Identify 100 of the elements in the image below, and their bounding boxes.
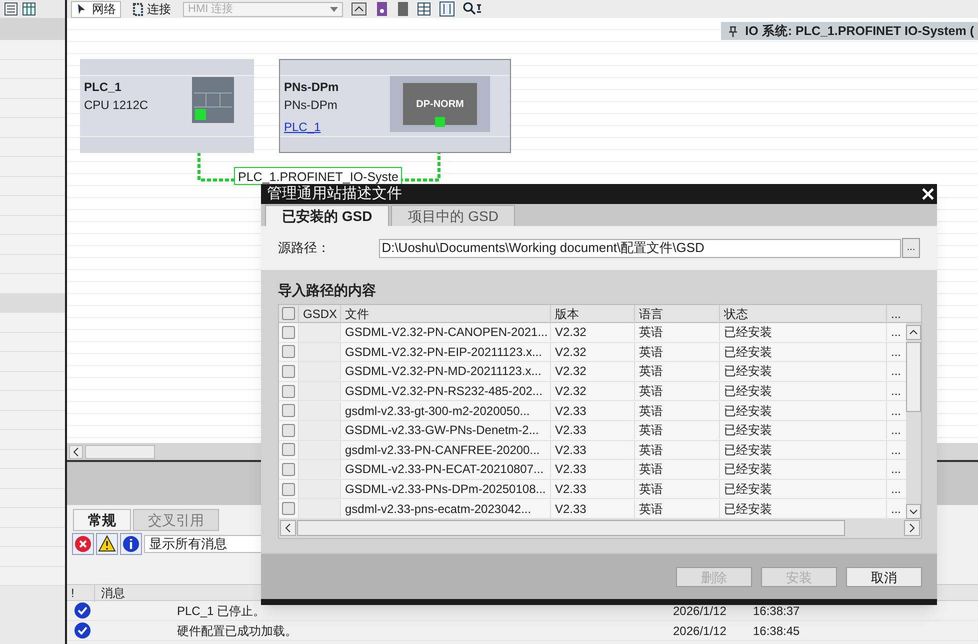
language-cell: 英语 [634, 500, 719, 518]
checkbox[interactable] [282, 424, 295, 437]
table-icon[interactable] [417, 2, 431, 16]
tree-row[interactable] [0, 488, 65, 508]
dialog-button[interactable]: 取消 [846, 566, 922, 586]
tree-row[interactable] [0, 313, 65, 332]
file-cell: gsdml-v2.33-gt-300-m2-2020050... [340, 402, 550, 420]
rename-icon[interactable] [351, 1, 367, 17]
checkbox[interactable] [282, 482, 295, 496]
gsd-row[interactable]: gsdml-v2.33-gt-300-m2-2020050... V2.33 英语 已经安装 ... [279, 401, 906, 421]
source-path-field[interactable]: D:\Uoshu\Documents\Working document\配置文件\GSD [378, 238, 902, 258]
checkbox[interactable] [282, 384, 295, 398]
scrollbar-thumb[interactable] [85, 444, 155, 458]
scrollbar-thumb[interactable] [906, 342, 921, 412]
tree-row[interactable] [0, 566, 65, 586]
error-filter-icon[interactable] [72, 533, 94, 555]
status-cell: 已经安装 [719, 362, 886, 380]
language-cell: 英语 [634, 362, 719, 380]
gsd-row[interactable]: GSDML-V2.32-PN-EIP-20211123.x... V2.32 英语 已经安装 ... [279, 342, 906, 362]
section-title: 导入路径的内容 [278, 281, 377, 300]
gsd-row[interactable]: GSDML-v2.33-PN-ECAT-20210807... V2.33 英语 已经安装 ... [279, 460, 906, 480]
file-cell: GSDML-V2.32-PN-EIP-20211123.x... [340, 342, 550, 361]
language-cell: 英语 [634, 402, 719, 420]
tree-row[interactable] [0, 508, 65, 528]
gsd-row[interactable]: GSDML-v2.33-PNs-DPm-20250108... V2.33 英语 已经安装 ... [279, 480, 906, 500]
tree-row[interactable] [0, 60, 65, 79]
network-label[interactable]: PLC_1.PROFINET_IO-Syste [234, 167, 402, 185]
tree-row[interactable] [0, 469, 65, 488]
tree-row[interactable] [0, 79, 65, 98]
device-icon[interactable] [375, 1, 389, 17]
tree-row[interactable] [0, 274, 65, 294]
message-text: PLC_1 已停止。 [176, 602, 266, 620]
port-icon[interactable] [435, 117, 445, 127]
scrollbar-thumb[interactable] [297, 520, 845, 536]
checkbox[interactable] [282, 404, 295, 418]
dialog-tab[interactable]: 已安装的 GSD [265, 205, 390, 226]
module-icon[interactable] [397, 1, 409, 17]
gsd-row[interactable]: GSDML-v2.33-GW-PNs-Denetm-2... V2.33 英语 已经安装 ... [279, 420, 906, 441]
gsd-row[interactable]: GSDML-V2.32-PN-CANOPEN-2021... V2.32 英语 已经安装 ... [279, 323, 906, 343]
gsd-row[interactable]: GSDML-V2.32-PN-RS232-485-202... V2.32 英语 已经安装 ... [279, 382, 906, 402]
tree-row[interactable] [0, 176, 65, 196]
checkbox[interactable] [282, 364, 295, 378]
banner-text: IO 系统: PLC_1.PROFINET IO-System ( [745, 22, 974, 40]
scroll-left-icon[interactable] [280, 520, 296, 536]
status-cell: 已经安装 [719, 440, 886, 459]
device-card[interactable]: PLC_1 CPU 1212C [80, 59, 254, 153]
dialog-tab[interactable]: 项目中的 GSD [391, 205, 516, 226]
table-icon[interactable] [22, 2, 36, 16]
page-icon[interactable] [439, 1, 455, 17]
plc-link[interactable]: PLC_1 [284, 118, 339, 136]
message-date: 2026/1/12 [673, 602, 728, 620]
tree-row[interactable] [0, 372, 65, 391]
checkbox[interactable] [282, 345, 295, 358]
tree-row[interactable] [0, 547, 65, 566]
tree-row[interactable] [0, 254, 65, 274]
scroll-left-icon[interactable] [69, 444, 83, 458]
message-row[interactable]: 硬件配置已成功加载。 2026/1/12 16:38:45 [67, 621, 978, 641]
checkbox[interactable] [282, 307, 295, 320]
scroll-right-icon[interactable] [904, 520, 920, 536]
version-cell: V2.33 [550, 460, 634, 478]
checkbox[interactable] [282, 443, 295, 456]
tree-row[interactable] [0, 235, 65, 254]
tree-row[interactable] [0, 410, 65, 430]
network-view-button[interactable]: 网络 [71, 0, 121, 18]
warning-filter-icon[interactable] [96, 533, 118, 555]
tree-row[interactable] [0, 216, 65, 235]
file-cell: gsdml-v2.33-PN-CANFREE-20200... [340, 440, 550, 459]
scroll-down-icon[interactable] [906, 504, 921, 519]
file-cell: GSDML-v2.33-PN-ECAT-20210807... [340, 460, 550, 478]
caret-icon [330, 6, 338, 12]
device-card[interactable]: PNs-DPm PNs-DPm PLC_1 DP-NORM [279, 59, 511, 153]
tree-row[interactable] [0, 528, 65, 547]
gsd-row[interactable]: GSDML-V2.32-PN-MD-20211123.x... V2.32 英语 已经安装 ... [279, 362, 906, 382]
gsdx-cell [298, 460, 340, 479]
plc-module-icon [192, 77, 234, 123]
language-cell: 英语 [634, 382, 719, 400]
tree-row[interactable] [0, 138, 65, 157]
close-icon[interactable] [921, 187, 935, 201]
gsd-row[interactable]: gsdml-v2.33-pns-ecatm-2023042... V2.33 英语 已经安装 ... [279, 499, 906, 519]
connect-button[interactable]: 连接 [129, 0, 175, 18]
tree-row[interactable] [0, 391, 65, 410]
scroll-up-icon[interactable] [906, 325, 921, 340]
browse-button[interactable]: ... [902, 238, 920, 258]
inspector-tab[interactable]: 常规 [73, 509, 131, 531]
tree-row[interactable] [0, 196, 65, 216]
grid-view-icon[interactable] [4, 2, 18, 16]
tree-row[interactable] [0, 332, 65, 352]
tree-row[interactable] [0, 118, 65, 138]
tree-row[interactable] [0, 157, 65, 176]
gsd-row[interactable]: gsdml-v2.33-PN-CANFREE-20200... V2.33 英语 已经安装 ... [279, 440, 906, 460]
checkbox[interactable] [282, 502, 295, 516]
checkbox[interactable] [282, 462, 295, 476]
tree-row[interactable] [0, 352, 65, 372]
zoom-icon[interactable] [463, 2, 483, 16]
language-cell: 英语 [634, 440, 719, 459]
tree-row[interactable] [0, 40, 65, 60]
info-filter-icon[interactable] [120, 533, 142, 555]
pin-icon[interactable] [729, 26, 738, 36]
tree-row[interactable] [0, 98, 65, 118]
checkbox[interactable] [282, 326, 295, 339]
